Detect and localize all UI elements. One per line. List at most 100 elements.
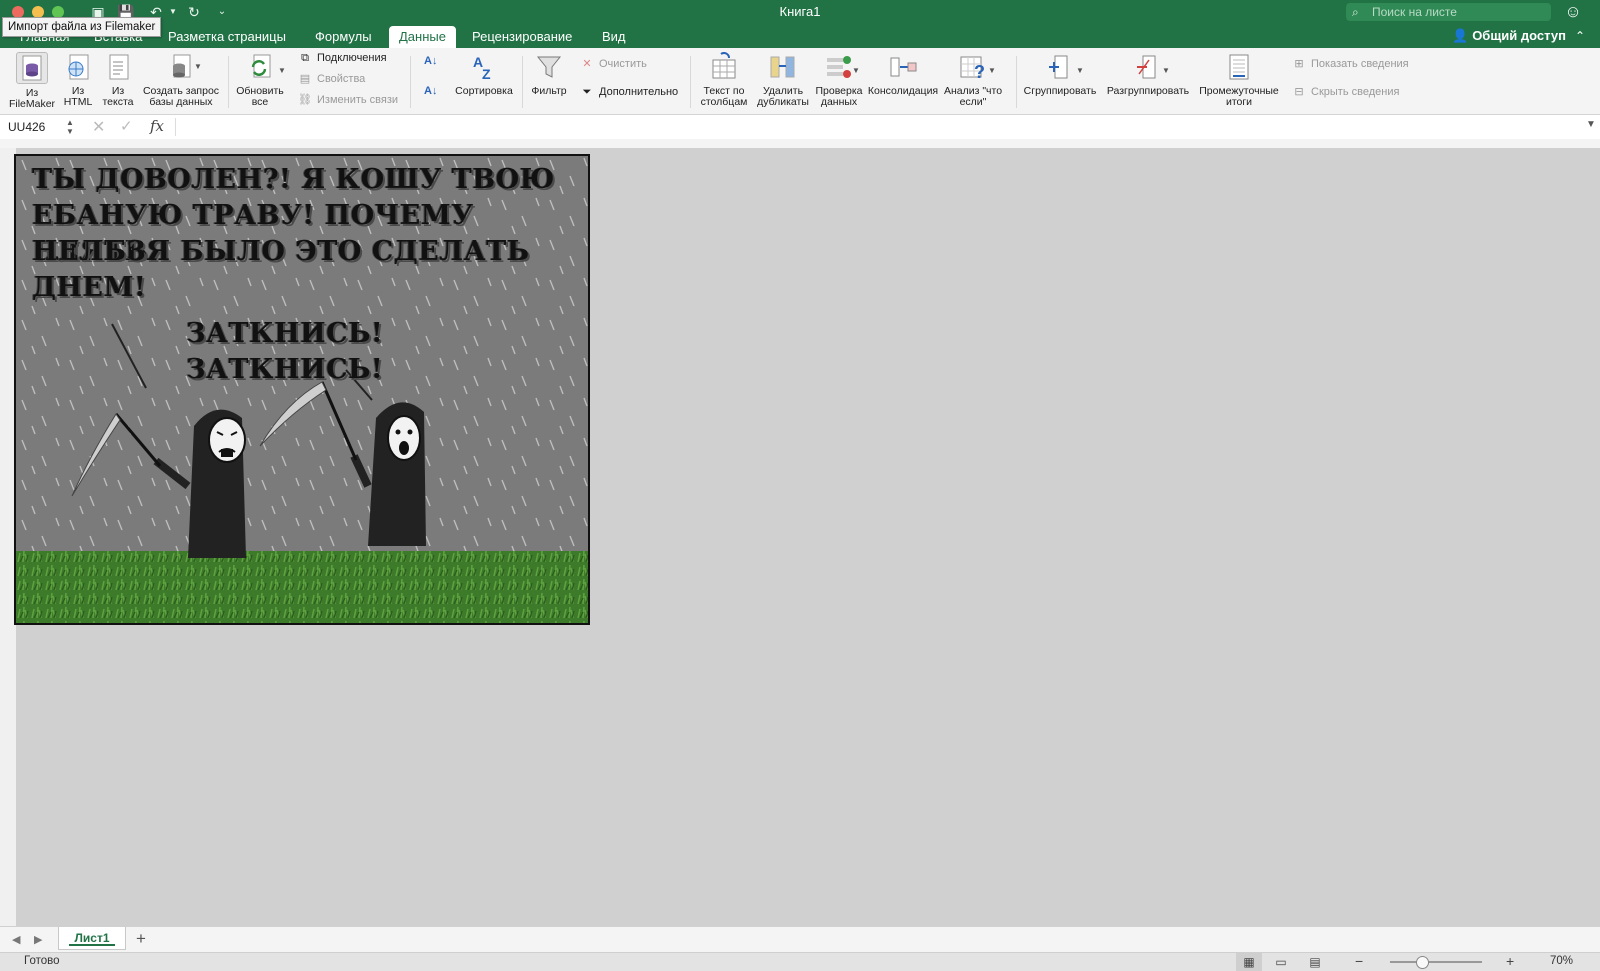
filter-button[interactable]: Фильтр (528, 52, 570, 97)
label-line-2: FileMaker (8, 98, 56, 110)
what-if-analysis-button[interactable]: ? Анализ "что если" (942, 52, 1004, 108)
database-query-icon (173, 54, 191, 78)
label-line-2: базы данных (149, 96, 213, 108)
sheet-tabs-bar: ◀ ▶ Лист1 + (0, 926, 1600, 953)
consolidate-icon (890, 57, 917, 77)
advanced-filter-button[interactable]: ⏷ Дополнительно (580, 85, 679, 99)
status-bar: Готово ▦ ▭ ▤ − + 70% (0, 952, 1600, 971)
new-database-query-button[interactable]: Создать запрос базы данных (140, 52, 222, 108)
group-dropdown-icon[interactable]: ▼ (1076, 64, 1084, 78)
tab-review[interactable]: Рецензирование (462, 26, 582, 48)
from-html-button[interactable]: Из HTML (60, 52, 96, 108)
tooltip: Импорт файла из Filemaker (2, 17, 162, 37)
globe-page-icon (68, 54, 89, 80)
normal-view-icon[interactable]: ▦ (1236, 953, 1262, 971)
collapse-ribbon-icon[interactable]: ⌃ (1575, 26, 1591, 46)
what-if-icon: ? (960, 56, 985, 82)
tab-page-layout[interactable]: Разметка страницы (158, 26, 296, 48)
connections-button[interactable]: ⧉ Подключения (298, 51, 387, 65)
label-line-2: итоги (1225, 96, 1253, 108)
sort-ascending-icon[interactable]: A↓ (424, 54, 437, 68)
meme-caption-line-3: НЕЛЬЗЯ БЫЛО ЭТО СДЕЛАТЬ (32, 236, 530, 267)
embedded-picture[interactable]: ТЫ ДОВОЛЕН?! Я КОШУ ТВОЮ ЕБАНУЮ ТРАВУ! П… (14, 154, 590, 625)
status-text: Готово (24, 955, 60, 967)
db-query-dropdown-icon[interactable]: ▼ (194, 60, 202, 74)
consolidate-label: Консолидация (867, 85, 939, 97)
feedback-smiley-icon[interactable]: ☺ (1562, 1, 1584, 23)
what-if-dropdown-icon[interactable]: ▼ (988, 64, 996, 78)
share-label: Общий доступ (1472, 28, 1566, 43)
insert-function-icon[interactable]: fx (150, 117, 164, 135)
connections-label: Подключения (317, 52, 387, 64)
group-separator (690, 56, 691, 108)
ribbon: Из FileMaker Из HTML Из текста Создать з… (0, 48, 1600, 115)
show-detail-button[interactable]: ⊞ Показать сведения (1292, 57, 1408, 71)
search-input[interactable]: ⌕ Поиск на листе (1346, 3, 1551, 21)
ungroup-label: Разгруппировать (1106, 85, 1190, 97)
group-icon (1049, 55, 1068, 79)
svg-text:?: ? (974, 62, 985, 82)
edit-links-button[interactable]: ⛓ Изменить связи (298, 93, 398, 107)
refresh-icon (251, 54, 271, 78)
sheet-tab[interactable]: Лист1 (58, 927, 126, 950)
tab-formulas[interactable]: Формулы (305, 26, 382, 48)
label-line-2: текста (102, 96, 134, 108)
remove-duplicates-button[interactable]: Удалить дубликаты (756, 52, 810, 108)
refresh-dropdown-icon[interactable]: ▼ (278, 64, 286, 78)
label-line-2: все (251, 96, 269, 108)
enter-check-icon[interactable]: ✓ (120, 117, 133, 135)
active-tab-underline (69, 944, 115, 946)
add-sheet-button[interactable]: + (136, 929, 146, 949)
from-filemaker-button[interactable]: Из FileMaker (6, 52, 58, 110)
group-label: Сгруппировать (1023, 85, 1097, 97)
svg-text:Z: Z (482, 66, 491, 82)
from-text-button[interactable]: Из текста (98, 52, 138, 108)
ungroup-dropdown-icon[interactable]: ▼ (1162, 64, 1170, 78)
share-button[interactable]: 👤 Общий доступ (1452, 26, 1566, 46)
clear-filter-icon: ✕ (582, 58, 592, 70)
properties-button[interactable]: ▤ Свойства (298, 72, 366, 86)
previous-sheet-icon[interactable]: ◀ (12, 933, 20, 946)
name-box-stepper-icon[interactable]: ▲ ▼ (66, 118, 74, 136)
text-to-columns-button[interactable]: Текст по столбцам (696, 52, 752, 108)
ungroup-icon (1137, 55, 1156, 79)
title-bar: ▣ 💾 ↶ ▼ ↻ ⌄ Книга1 ⌕ Поиск на листе ☺ Гл… (0, 0, 1600, 48)
edit-links-label: Изменить связи (317, 94, 399, 106)
zoom-slider-thumb[interactable] (1416, 956, 1429, 969)
sort-button[interactable]: A Z Сортировка (452, 52, 516, 97)
formula-input[interactable] (184, 119, 1574, 135)
zoom-slider[interactable] (1390, 961, 1482, 963)
consolidate-button[interactable]: Консолидация (866, 52, 940, 97)
tab-data[interactable]: Данные (389, 26, 456, 48)
label-line-2: столбцам (700, 96, 748, 108)
remove-duplicates-icon (770, 56, 795, 78)
row-header-strip[interactable] (0, 148, 17, 926)
page-break-view-icon[interactable]: ▤ (1302, 953, 1328, 971)
connections-icon: ⧉ (301, 52, 309, 64)
ungroup-button[interactable]: Разгруппировать (1104, 52, 1192, 97)
sort-descending-icon[interactable]: A↓ (424, 84, 437, 98)
formula-bar: UU426 ▲ ▼ ✕ ✓ fx ▼ (0, 115, 1600, 140)
tab-view[interactable]: Вид (592, 26, 636, 48)
subtotal-button[interactable]: Промежуточные итоги (1194, 52, 1284, 108)
filemaker-db-icon (16, 52, 48, 84)
data-validation-button[interactable]: Проверка данных (812, 52, 866, 108)
advanced-filter-icon: ⏷ (582, 86, 592, 98)
group-separator (1016, 56, 1017, 108)
data-validation-dropdown-icon[interactable]: ▼ (852, 64, 860, 78)
hide-detail-button[interactable]: ⊟ Скрыть сведения (1292, 85, 1399, 99)
next-sheet-icon[interactable]: ▶ (34, 933, 42, 946)
clear-filter-button[interactable]: ✕ Очистить (580, 57, 647, 71)
zoom-in-button[interactable]: + (1506, 953, 1514, 969)
page-layout-view-icon[interactable]: ▭ (1268, 953, 1294, 971)
group-button[interactable]: Сгруппировать (1020, 52, 1100, 97)
advanced-label: Дополнительно (599, 86, 679, 98)
refresh-all-button[interactable]: Обновить все (234, 52, 286, 108)
search-placeholder: Поиск на листе (1372, 5, 1457, 19)
expand-formula-bar-icon[interactable]: ▼ (1586, 119, 1596, 130)
hide-detail-label: Скрыть сведения (1311, 86, 1400, 98)
filter-label: Фильтр (531, 85, 567, 97)
zoom-level[interactable]: 70% (1550, 955, 1573, 967)
cancel-icon[interactable]: ✕ (92, 117, 105, 137)
zoom-out-button[interactable]: − (1355, 953, 1363, 969)
